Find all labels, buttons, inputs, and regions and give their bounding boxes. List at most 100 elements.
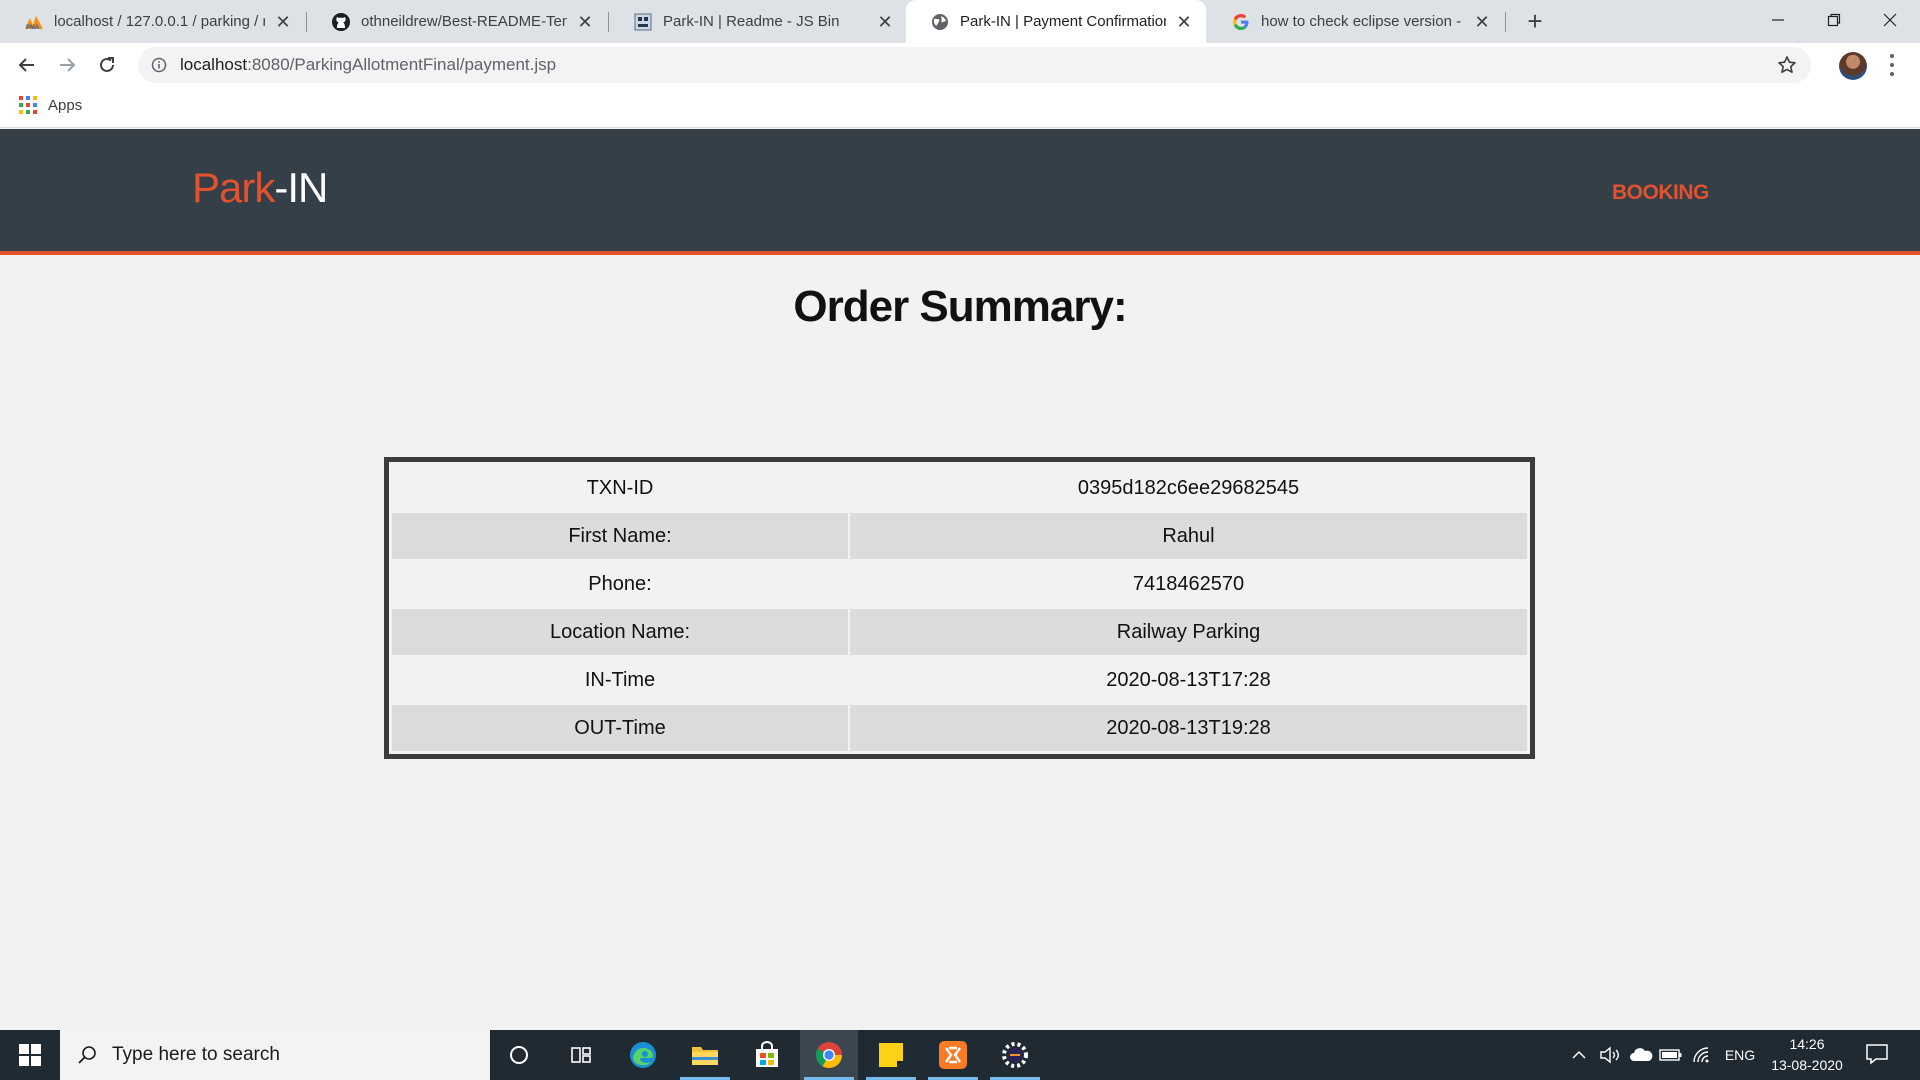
- nav-booking-link[interactable]: BOOKING: [1612, 181, 1709, 205]
- row-value: 2020-08-13T17:28: [850, 657, 1527, 703]
- table-row: First Name: Rahul: [392, 513, 1527, 559]
- back-button[interactable]: [10, 48, 44, 82]
- system-clock[interactable]: 14:26 13-08-2020: [1762, 1034, 1852, 1076]
- row-value: 2020-08-13T19:28: [850, 705, 1527, 751]
- brand-part-park: Park: [192, 164, 275, 211]
- windows-logo-icon: [19, 1044, 41, 1066]
- table-row: Location Name: Railway Parking: [392, 609, 1527, 655]
- taskbar-file-explorer[interactable]: [676, 1030, 734, 1080]
- url-text: localhost:8080/ParkingAllotmentFinal/pay…: [180, 55, 556, 75]
- row-label: IN-Time: [392, 657, 848, 703]
- address-bar[interactable]: localhost:8080/ParkingAllotmentFinal/pay…: [138, 47, 1811, 83]
- windows-taskbar: Type here to search ENG 14:26 13-08-2020: [0, 1030, 1920, 1080]
- row-label: OUT-Time: [392, 705, 848, 751]
- row-value: 7418462570: [850, 561, 1527, 607]
- table-row: IN-Time 2020-08-13T17:28: [392, 657, 1527, 703]
- row-value: 0395d182c6ee29682545: [850, 465, 1527, 511]
- star-icon[interactable]: [1777, 55, 1797, 75]
- taskbar-xampp[interactable]: [924, 1030, 982, 1080]
- start-button[interactable]: [0, 1030, 60, 1080]
- close-icon[interactable]: ✕: [875, 12, 895, 32]
- taskbar-eclipse[interactable]: [986, 1030, 1044, 1080]
- forward-button[interactable]: [50, 48, 84, 82]
- folder-icon: [692, 1047, 718, 1065]
- table-row: Phone: 7418462570: [392, 561, 1527, 607]
- cortana-icon: [510, 1046, 528, 1064]
- info-icon[interactable]: [150, 56, 168, 74]
- row-label: Phone:: [392, 561, 848, 607]
- phpmyadmin-icon: PMA: [24, 12, 44, 32]
- battery-icon[interactable]: [1658, 1030, 1684, 1080]
- close-icon[interactable]: ✕: [1472, 12, 1492, 32]
- search-icon: [78, 1046, 96, 1064]
- close-icon[interactable]: ✕: [273, 12, 293, 32]
- url-path: :8080/ParkingAllotmentFinal/payment.jsp: [247, 55, 557, 74]
- edge-icon: [630, 1042, 656, 1068]
- apps-shortcut[interactable]: Apps: [19, 96, 82, 114]
- bookmarks-bar: Apps: [0, 86, 1920, 128]
- tab-jsbin[interactable]: Park-IN | Readme - JS Bin ✕: [609, 0, 907, 43]
- taskbar-edge[interactable]: [614, 1030, 672, 1080]
- reload-icon: [100, 57, 114, 72]
- reload-button[interactable]: [90, 48, 124, 82]
- tab-payment-confirmation[interactable]: Park-IN | Payment Confirmation ✕: [906, 0, 1206, 43]
- tab-google-search[interactable]: how to check eclipse version - Gc ✕: [1207, 0, 1504, 43]
- table-row: TXN-ID 0395d182c6ee29682545: [392, 465, 1527, 511]
- wifi-icon[interactable]: [1690, 1030, 1714, 1080]
- brand-part-in: -IN: [274, 164, 328, 211]
- arrow-left-icon: [18, 58, 34, 72]
- taskbar-microsoft-store[interactable]: [738, 1030, 796, 1080]
- tab-title: Park-IN | Readme - JS Bin: [663, 13, 840, 30]
- more-menu-icon[interactable]: [1886, 54, 1898, 76]
- site-logo[interactable]: Park-IN: [192, 164, 328, 212]
- minimize-button[interactable]: [1750, 0, 1806, 40]
- svg-text:PMA: PMA: [26, 25, 40, 30]
- cortana-button[interactable]: [490, 1030, 548, 1080]
- google-icon: [1231, 12, 1251, 32]
- new-tab-button[interactable]: +: [1519, 6, 1551, 38]
- task-view-button[interactable]: [552, 1030, 610, 1080]
- page-title: Order Summary:: [793, 282, 1127, 331]
- clock-date: 13-08-2020: [1771, 1057, 1843, 1073]
- profile-avatar[interactable]: [1839, 52, 1867, 80]
- browser-toolbar: localhost:8080/ParkingAllotmentFinal/pay…: [0, 43, 1920, 86]
- order-summary-table: TXN-ID 0395d182c6ee29682545 First Name: …: [384, 457, 1535, 759]
- tray-chevron-up-icon[interactable]: [1568, 1030, 1590, 1080]
- language-indicator[interactable]: ENG: [1720, 1030, 1760, 1080]
- xampp-icon: [939, 1041, 967, 1069]
- restore-icon: [1827, 13, 1841, 27]
- row-label: TXN-ID: [392, 465, 848, 511]
- tab-title: how to check eclipse version - Gc: [1261, 13, 1464, 30]
- arrow-right-icon: [60, 58, 76, 72]
- tab-title: Park-IN | Payment Confirmation: [960, 13, 1166, 30]
- tab-title: localhost / 127.0.0.1 / parking / r: [54, 13, 265, 30]
- gear-icon: [1002, 1042, 1028, 1068]
- sticky-notes-icon: [879, 1043, 903, 1067]
- search-placeholder: Type here to search: [112, 1044, 280, 1065]
- close-icon[interactable]: ✕: [575, 12, 595, 32]
- jsbin-icon: [633, 12, 653, 32]
- task-view-icon: [571, 1047, 591, 1063]
- globe-icon: [930, 12, 950, 32]
- minimize-icon: [1772, 19, 1784, 21]
- tab-github[interactable]: othneildrew/Best-README-Temp ✕: [307, 0, 607, 43]
- row-value: Railway Parking: [850, 609, 1527, 655]
- table-row: OUT-Time 2020-08-13T19:28: [392, 705, 1527, 751]
- taskbar-search-box[interactable]: Type here to search: [60, 1030, 490, 1080]
- row-label: Location Name:: [392, 609, 848, 655]
- notifications-icon[interactable]: [1864, 1042, 1892, 1068]
- tab-separator: [1505, 12, 1506, 32]
- row-label: First Name:: [392, 513, 848, 559]
- taskbar-chrome[interactable]: [800, 1030, 858, 1080]
- close-icon: [1883, 13, 1897, 27]
- taskbar-sticky-notes[interactable]: [862, 1030, 920, 1080]
- url-host: localhost: [180, 55, 248, 74]
- apps-label: Apps: [48, 96, 83, 114]
- restore-button[interactable]: [1806, 0, 1862, 40]
- volume-icon[interactable]: [1598, 1030, 1622, 1080]
- close-window-button[interactable]: [1862, 0, 1918, 40]
- tab-title: othneildrew/Best-README-Temp: [361, 13, 567, 30]
- tab-phpmyadmin[interactable]: PMA localhost / 127.0.0.1 / parking / r …: [0, 0, 305, 43]
- onedrive-cloud-icon[interactable]: [1628, 1030, 1654, 1080]
- close-icon[interactable]: ✕: [1174, 12, 1194, 32]
